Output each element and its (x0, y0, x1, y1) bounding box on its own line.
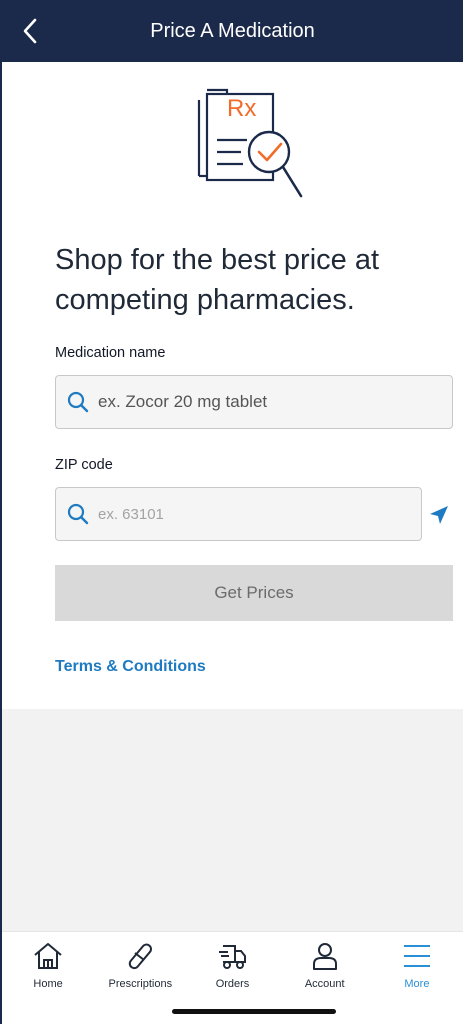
location-arrow-icon (430, 506, 448, 524)
tab-more[interactable]: More (371, 932, 463, 993)
truck-icon (218, 945, 246, 969)
tab-label: More (404, 978, 430, 990)
headline: Shop for the best price at competing pha… (55, 244, 380, 316)
bottom-tab-bar: Home Prescriptions Orders Account More (2, 931, 463, 993)
app-screen: Price A Medication Rx Shop for the best … (0, 0, 463, 1024)
home-icon (34, 943, 62, 969)
tab-account[interactable]: Account (279, 932, 371, 993)
zip-code-label: ZIP code (55, 457, 113, 473)
medication-input[interactable] (98, 392, 452, 412)
medication-name-label: Medication name (55, 345, 166, 361)
home-indicator (172, 1009, 336, 1014)
pill-icon (129, 943, 153, 970)
menu-icon (403, 945, 430, 967)
tab-label: Account (304, 978, 345, 990)
tab-label: Orders (215, 978, 250, 990)
person-icon (312, 943, 337, 970)
tab-prescriptions[interactable]: Prescriptions (94, 932, 186, 993)
top-bar: Price A Medication (2, 0, 463, 62)
chevron-left-icon (23, 18, 37, 44)
zip-input[interactable] (98, 505, 421, 523)
back-button[interactable] (10, 11, 50, 51)
page-title: Price A Medication (150, 19, 315, 42)
svg-text:Rx: Rx (227, 95, 256, 122)
get-prices-button[interactable]: Get Prices (55, 565, 453, 621)
tab-label: Home (33, 978, 63, 990)
terms-and-conditions-link[interactable]: Terms & Conditions (55, 658, 206, 676)
zip-search-field[interactable] (55, 487, 422, 541)
search-icon (67, 503, 89, 525)
prescription-magnifier-icon: Rx (197, 88, 303, 198)
tab-label: Prescriptions (108, 978, 173, 990)
current-location-button[interactable] (426, 502, 452, 528)
search-icon (67, 391, 89, 413)
medication-search-field[interactable] (55, 375, 453, 429)
tab-orders[interactable]: Orders (186, 932, 278, 993)
content-background (2, 709, 463, 931)
tab-home[interactable]: Home (2, 932, 94, 993)
